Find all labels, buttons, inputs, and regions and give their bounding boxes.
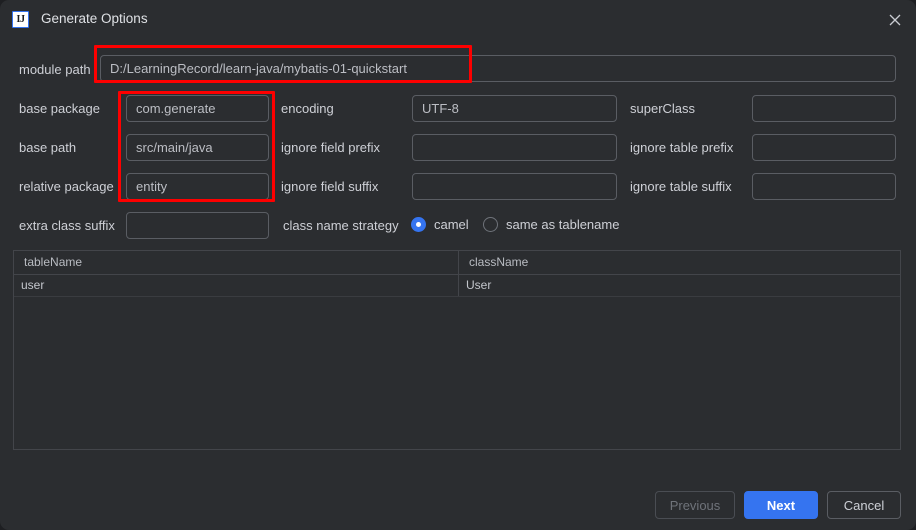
radio-label-same-as-tablename: same as tablename: [506, 217, 620, 232]
label-class-name-strategy: class name strategy: [283, 218, 399, 233]
previous-button[interactable]: Previous: [655, 491, 735, 519]
label-base-path: base path: [19, 140, 77, 155]
label-extra-class-suffix: extra class suffix: [19, 218, 115, 233]
tables-grid[interactable]: tableName className user User: [13, 250, 901, 450]
module-path-input[interactable]: D:/LearningRecord/learn-java/mybatis-01-…: [100, 55, 896, 82]
encoding-input[interactable]: UTF-8: [412, 95, 617, 122]
ignore-field-prefix-input[interactable]: [412, 134, 617, 161]
table-header-row: tableName className: [14, 251, 900, 275]
dialog-titlebar: IJ Generate Options: [0, 0, 916, 39]
label-module-path: module path: [19, 62, 91, 77]
radio-unselected-icon: [483, 217, 498, 232]
label-base-package: base package: [19, 101, 100, 116]
column-header-classname[interactable]: className: [459, 251, 900, 274]
table-row[interactable]: user User: [14, 275, 900, 297]
ignore-table-suffix-input[interactable]: [752, 173, 896, 200]
label-ignore-table-prefix: ignore table prefix: [630, 140, 734, 155]
radio-class-name-strategy-camel[interactable]: camel: [411, 217, 469, 232]
cancel-button[interactable]: Cancel: [827, 491, 901, 519]
intellij-idea-icon: IJ: [12, 11, 29, 28]
base-package-input[interactable]: com.generate: [126, 95, 269, 122]
app-icon-text: IJ: [16, 13, 25, 25]
generate-options-dialog: IJ Generate Options module path D:/Learn…: [0, 0, 916, 530]
label-ignore-table-suffix: ignore table suffix: [630, 179, 732, 194]
cell-classname: User: [466, 278, 492, 292]
extra-class-suffix-input[interactable]: [126, 212, 269, 239]
radio-label-camel: camel: [434, 217, 469, 232]
cell-tablename: user: [14, 275, 459, 296]
ignore-field-suffix-input[interactable]: [412, 173, 617, 200]
label-ignore-field-suffix: ignore field suffix: [281, 179, 379, 194]
label-ignore-field-prefix: ignore field prefix: [281, 140, 380, 155]
radio-class-name-strategy-same-as-tablename[interactable]: same as tablename: [483, 217, 619, 232]
label-relative-package: relative package: [19, 179, 114, 194]
next-button[interactable]: Next: [744, 491, 818, 519]
ignore-table-prefix-input[interactable]: [752, 134, 896, 161]
close-icon[interactable]: [880, 6, 910, 34]
column-header-tablename[interactable]: tableName: [14, 251, 459, 274]
relative-package-input[interactable]: entity: [126, 173, 269, 200]
base-path-input[interactable]: src/main/java: [126, 134, 269, 161]
super-class-input[interactable]: [752, 95, 896, 122]
dialog-title: Generate Options: [41, 11, 148, 26]
radio-selected-icon: [411, 217, 426, 232]
label-encoding: encoding: [281, 101, 334, 116]
label-super-class: superClass: [630, 101, 696, 116]
